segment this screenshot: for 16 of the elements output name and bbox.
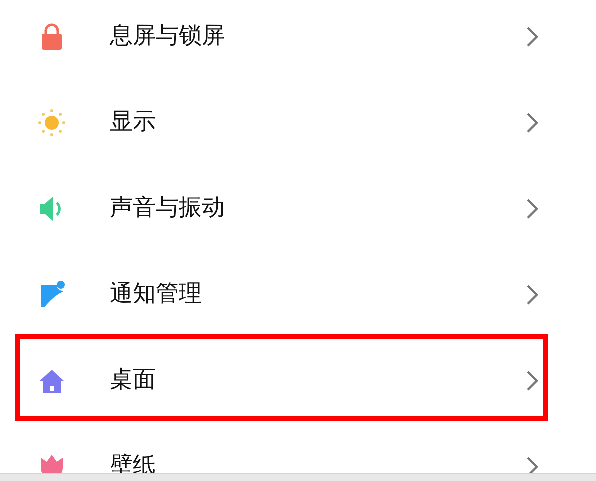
sun-icon — [37, 108, 67, 138]
chevron-icon — [526, 26, 540, 48]
settings-item[interactable]: 通知管理 — [0, 252, 596, 338]
chevron-icon — [526, 284, 540, 306]
item-label: 通知管理 — [110, 281, 202, 309]
item-label: 声音与振动 — [110, 195, 225, 223]
chevron-icon — [526, 198, 540, 220]
item-label: 息屏与锁屏 — [110, 23, 225, 51]
settings-item[interactable]: 息屏与锁屏 — [0, 0, 596, 80]
item-label: 桌面 — [110, 367, 156, 395]
settings-item[interactable]: 桌面 — [0, 338, 596, 424]
chevron-icon — [526, 112, 540, 134]
item-label: 显示 — [110, 109, 156, 137]
settings-item[interactable]: 声音与振动 — [0, 166, 596, 252]
chevron-icon — [526, 370, 540, 392]
settings-item[interactable]: 显示 — [0, 80, 596, 166]
